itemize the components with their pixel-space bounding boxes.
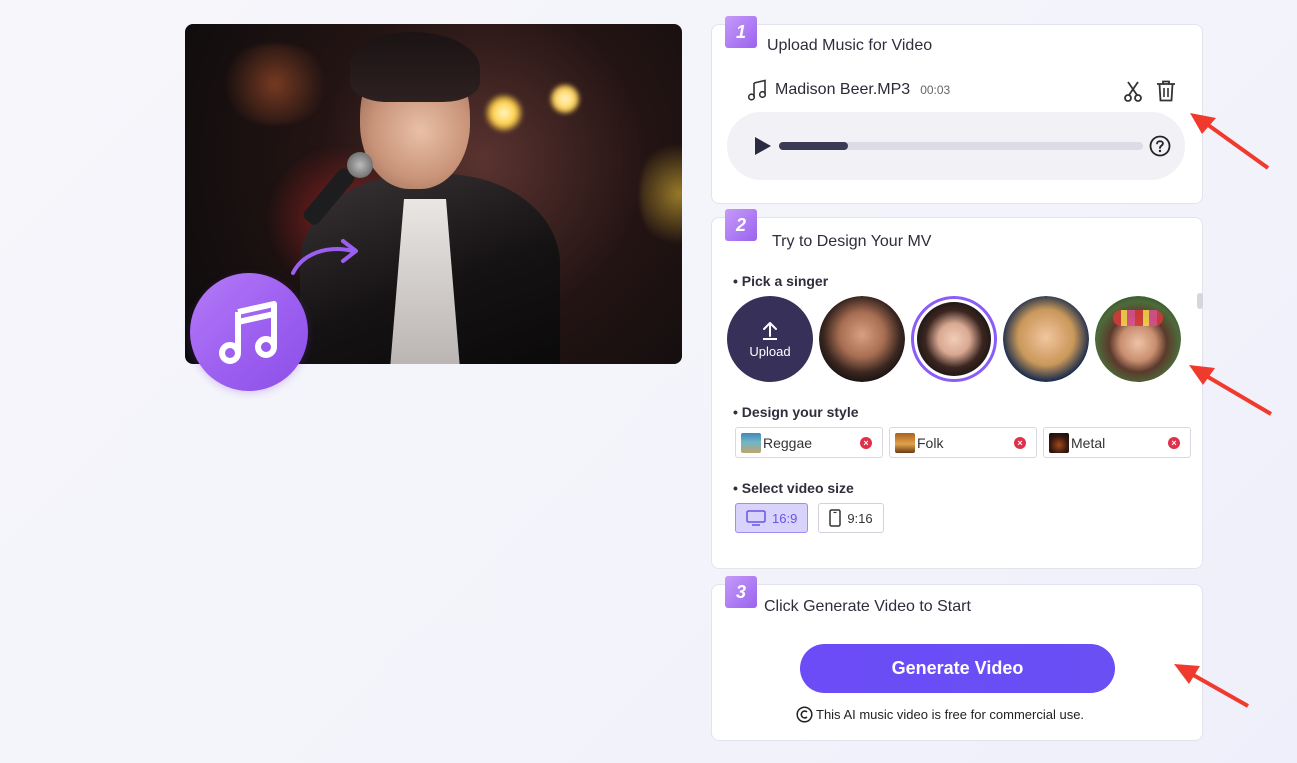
singer-option[interactable] xyxy=(1095,296,1181,382)
generate-video-button[interactable]: Generate Video xyxy=(800,644,1115,693)
file-name: Madison Beer.MP3 xyxy=(775,81,911,98)
style-name: Reggae xyxy=(763,434,813,451)
play-button[interactable] xyxy=(755,137,771,155)
music-badge xyxy=(190,273,308,391)
singer-option[interactable] xyxy=(819,296,905,382)
card-title: Click Generate Video to Start xyxy=(764,598,971,615)
remove-icon[interactable]: × xyxy=(1168,437,1180,449)
style-chip-metal[interactable]: Metal × xyxy=(1043,427,1191,458)
style-name: Metal xyxy=(1071,434,1106,451)
style-thumbnail xyxy=(895,432,915,453)
style-chip-reggae[interactable]: Reggae × xyxy=(735,427,883,458)
design-mv-card: 2 Try to Design Your MV • Pick a singer … xyxy=(711,209,1203,569)
upload-singer-button[interactable]: Upload xyxy=(727,296,813,382)
upload-icon xyxy=(763,321,777,340)
stage-light xyxy=(550,84,580,114)
singer-list: Upload xyxy=(727,296,1181,382)
singer-hair xyxy=(350,32,480,102)
microphone-head xyxy=(347,152,373,178)
commercial-note-text: This AI music video is free for commerci… xyxy=(816,707,1085,722)
style-chip-folk[interactable]: Folk × xyxy=(889,427,1037,458)
remove-icon[interactable]: × xyxy=(860,437,872,449)
trash-icon[interactable] xyxy=(1155,79,1177,103)
annotation-arrow xyxy=(1189,365,1273,416)
size-options: 16:9 9:16 xyxy=(735,503,884,533)
upload-music-card: 1 Upload Music for Video Madison Beer.MP… xyxy=(711,16,1203,204)
annotation-arrow xyxy=(1174,664,1249,708)
stage-light xyxy=(640,134,682,254)
generate-card: 3 Click Generate Video to Start Generate… xyxy=(711,576,1203,741)
question-circle-icon[interactable] xyxy=(1149,135,1171,157)
video-size-label: • Select video size xyxy=(733,480,854,496)
progress-fill xyxy=(779,142,849,150)
file-duration: 00:03 xyxy=(920,83,951,97)
singer-option-selected[interactable] xyxy=(911,296,997,382)
card-title: Upload Music for Video xyxy=(767,37,933,54)
stage-light xyxy=(215,44,335,124)
size-9-16-button[interactable]: 9:16 xyxy=(818,503,884,533)
step-badge: 3 xyxy=(725,576,757,608)
step-badge: 2 xyxy=(725,209,757,241)
upload-label: Upload xyxy=(749,343,791,359)
progress-track[interactable] xyxy=(779,142,1143,150)
audio-player xyxy=(727,112,1185,180)
music-note-icon xyxy=(219,301,277,364)
size-label: 9:16 xyxy=(847,510,873,526)
style-thumbnail xyxy=(1049,432,1069,453)
card-title: Try to Design Your MV xyxy=(772,233,932,250)
size-label: 16:9 xyxy=(772,510,798,526)
step-badge: 1 xyxy=(725,16,757,48)
monitor-icon xyxy=(746,510,766,526)
singer-option[interactable] xyxy=(1003,296,1089,382)
copyright-icon xyxy=(796,706,813,723)
phone-icon xyxy=(829,509,842,527)
remove-icon[interactable]: × xyxy=(1014,437,1026,449)
scissors-icon[interactable] xyxy=(1122,80,1144,102)
curved-arrow-icon xyxy=(291,239,358,275)
file-row: Madison Beer.MP3 00:03 xyxy=(747,79,950,101)
music-note-icon xyxy=(747,79,767,101)
size-16-9-button[interactable]: 16:9 xyxy=(735,503,809,533)
style-list: Reggae × Folk × Metal × xyxy=(735,427,1191,458)
scrollbar-thumb[interactable] xyxy=(1197,293,1203,309)
commercial-note: This AI music video is free for commerci… xyxy=(796,706,1084,723)
design-style-label: • Design your style xyxy=(733,404,859,420)
annotation-arrow xyxy=(1190,113,1270,170)
style-name: Folk xyxy=(917,434,944,451)
pick-singer-label: • Pick a singer xyxy=(733,273,829,289)
style-thumbnail xyxy=(741,432,761,453)
stage-light xyxy=(485,94,523,132)
